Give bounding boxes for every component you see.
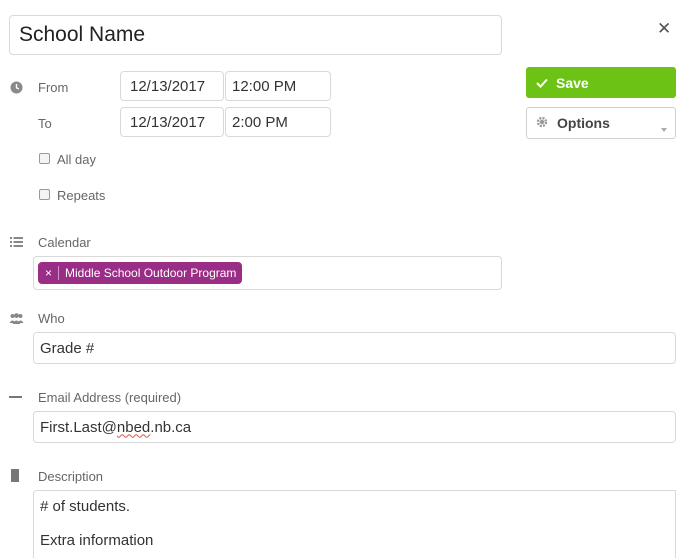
dropdown-caret-icon — [661, 119, 667, 135]
to-date-value: 12/13/2017 — [130, 113, 206, 131]
list-icon — [10, 237, 23, 247]
check-icon — [536, 75, 548, 91]
calendar-label: Calendar — [38, 235, 91, 250]
repeats-label: Repeats — [57, 188, 106, 203]
dash-icon — [9, 396, 22, 398]
description-line-1: # of students. — [40, 498, 131, 515]
from-time-input[interactable]: 12:00 PM — [225, 71, 331, 101]
all-day-label: All day — [57, 152, 97, 167]
who-label: Who — [38, 311, 65, 326]
from-label: From — [38, 80, 69, 95]
repeats-checkbox[interactable] — [39, 189, 50, 200]
from-date-value: 12/13/2017 — [130, 77, 206, 95]
who-input[interactable]: Grade # — [33, 332, 676, 364]
from-date-input[interactable]: 12/13/2017 — [120, 71, 224, 101]
description-textarea[interactable]: # of students. Extra information — [33, 490, 676, 558]
group-icon — [9, 313, 24, 324]
options-button-label: Options — [557, 115, 610, 131]
event-title-input[interactable]: School Name — [9, 15, 502, 55]
to-time-input[interactable]: 2:00 PM — [225, 107, 331, 137]
tag-remove-icon[interactable]: × — [45, 266, 52, 280]
to-date-input[interactable]: 12/13/2017 — [120, 107, 224, 137]
email-value-suffix: .nb.ca — [150, 418, 192, 436]
close-icon[interactable]: ✕ — [657, 20, 675, 38]
email-value-prefix: First.Last@ — [40, 418, 117, 436]
all-day-checkbox[interactable] — [39, 153, 50, 164]
options-button[interactable]: Options — [526, 107, 676, 139]
from-time-value: 12:00 PM — [232, 77, 297, 95]
email-label: Email Address (required) — [38, 390, 182, 405]
event-title-text: School Name — [19, 23, 146, 46]
description-line-2: Extra information — [40, 532, 154, 549]
calendar-input[interactable]: × Middle School Outdoor Program — [33, 256, 502, 290]
calendar-tag-label: Middle School Outdoor Program — [65, 266, 237, 280]
save-button-label: Save — [556, 74, 589, 91]
save-button[interactable]: Save — [526, 67, 676, 98]
description-icon — [11, 469, 19, 482]
email-value-misspelled: nbed — [116, 418, 151, 436]
gear-icon — [536, 115, 548, 131]
email-input[interactable]: First.Last@ nbed .nb.ca — [33, 411, 676, 443]
to-label: To — [38, 116, 52, 131]
clock-icon — [10, 81, 23, 94]
to-time-value: 2:00 PM — [232, 113, 288, 131]
who-value: Grade # — [40, 339, 95, 357]
tag-divider — [58, 266, 60, 280]
description-label: Description — [38, 469, 104, 484]
calendar-tag: × Middle School Outdoor Program — [38, 262, 243, 284]
